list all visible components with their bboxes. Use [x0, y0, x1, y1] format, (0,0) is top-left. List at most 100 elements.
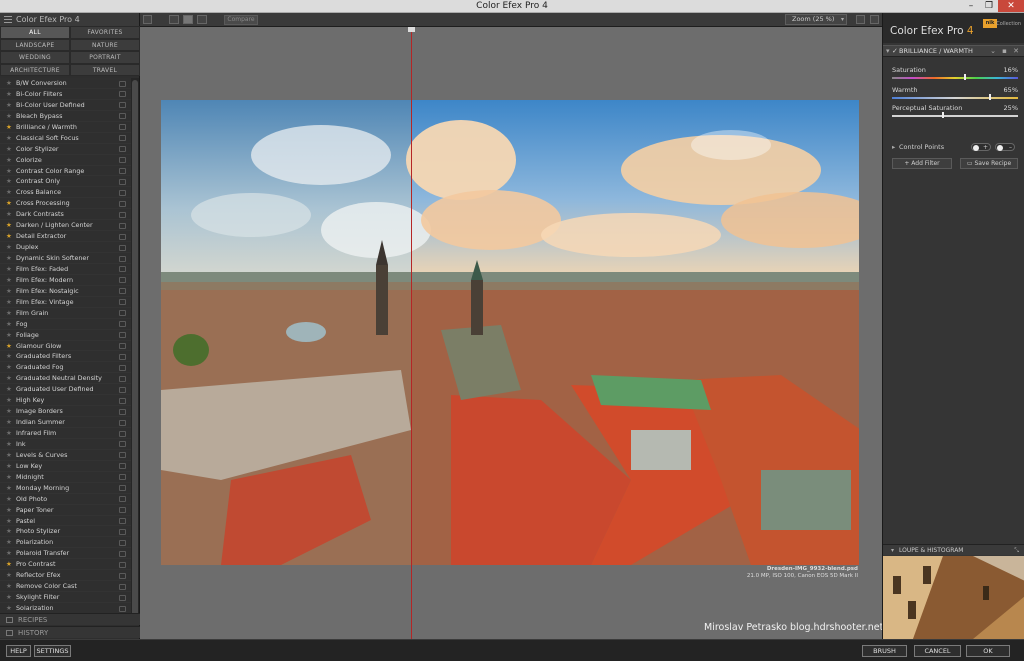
- slider-saturation[interactable]: Saturation 16%: [892, 66, 1018, 82]
- favorite-star-icon[interactable]: ★: [6, 559, 12, 570]
- filter-preset-icon[interactable]: [119, 266, 126, 273]
- filter-list-item[interactable]: ★ Glamour Glow: [0, 340, 131, 352]
- filter-list-item[interactable]: ★ Film Efex: Modern: [0, 274, 131, 286]
- filter-preset-icon[interactable]: [119, 168, 126, 174]
- filter-preset-icon[interactable]: [119, 496, 126, 503]
- filter-list-item[interactable]: ★ Classical Soft Focus: [0, 132, 131, 144]
- slider-perceptual-saturation[interactable]: Perceptual Saturation 25%: [892, 104, 1018, 120]
- filter-list-item[interactable]: ★ Polarization: [0, 537, 131, 549]
- filter-list-item[interactable]: ★ Ink: [0, 438, 131, 450]
- filter-preset-icon[interactable]: [119, 364, 126, 371]
- filter-list-item[interactable]: ★ Image Borders: [0, 406, 131, 418]
- filter-list-item[interactable]: ★ Monday Morning: [0, 482, 131, 494]
- slider-track[interactable]: [892, 115, 1018, 117]
- filter-preset-icon[interactable]: [119, 583, 126, 590]
- filter-preset-icon[interactable]: [119, 452, 126, 459]
- preview-canvas[interactable]: Dresden-IMG_9932-blend.psd 21.0 MP, ISO …: [140, 27, 883, 639]
- add-filter-button[interactable]: + Add Filter: [892, 158, 952, 169]
- favorite-star-icon[interactable]: ★: [6, 341, 12, 352]
- favorite-star-icon[interactable]: ★: [6, 209, 12, 220]
- filter-list-item[interactable]: ★ Bi-Color User Defined: [0, 99, 131, 111]
- filter-list-item[interactable]: ★ Polaroid Transfer: [0, 548, 131, 560]
- favorite-star-icon[interactable]: ★: [6, 483, 12, 494]
- split-view-button[interactable]: [183, 15, 193, 24]
- favorite-star-icon[interactable]: ★: [6, 472, 12, 483]
- filter-preset-icon[interactable]: [119, 397, 126, 404]
- favorite-star-icon[interactable]: ★: [6, 428, 12, 439]
- help-button[interactable]: HELP: [6, 645, 31, 657]
- toggle-right-panel-button[interactable]: [870, 15, 879, 24]
- filter-preset-icon[interactable]: [119, 332, 126, 339]
- recipes-section[interactable]: RECIPES: [0, 613, 140, 625]
- filter-list-item[interactable]: ★ Graduated Fog: [0, 362, 131, 374]
- filter-list-item[interactable]: ★ Bi-Color Filters: [0, 88, 131, 100]
- filter-preset-icon[interactable]: [119, 310, 126, 317]
- favorite-star-icon[interactable]: ★: [6, 351, 12, 362]
- filter-list-item[interactable]: ★ Colorize: [0, 154, 131, 166]
- filter-list-item[interactable]: ★ Indian Summer: [0, 417, 131, 428]
- scrollbar-thumb[interactable]: [132, 80, 138, 625]
- favorite-star-icon[interactable]: ★: [6, 373, 12, 384]
- filter-preset-icon[interactable]: [119, 408, 126, 415]
- filter-preset-icon[interactable]: [119, 124, 126, 131]
- filter-preset-icon[interactable]: [119, 485, 126, 492]
- filter-preset-icon[interactable]: [119, 91, 126, 98]
- split-preview-divider[interactable]: [411, 27, 412, 639]
- filter-list-item[interactable]: ★ Film Efex: Nostalgic: [0, 285, 131, 297]
- filter-preset-icon[interactable]: [119, 80, 126, 87]
- category-tab-portrait[interactable]: PORTRAIT: [70, 51, 140, 64]
- filter-list-item[interactable]: ★ Low Key: [0, 460, 131, 472]
- filter-list-item[interactable]: ★ Color Stylizer: [0, 143, 131, 155]
- filter-preset-icon[interactable]: [119, 222, 126, 229]
- favorite-star-icon[interactable]: ★: [6, 570, 12, 581]
- slider-knob[interactable]: [941, 112, 944, 118]
- filter-list-item[interactable]: ★ Contrast Only: [0, 176, 131, 188]
- favorite-star-icon[interactable]: ★: [6, 439, 12, 450]
- filter-preset-icon[interactable]: [119, 353, 126, 360]
- filter-list-item[interactable]: ★ Reflector Efex: [0, 570, 131, 582]
- filter-list-item[interactable]: ★ Graduated User Defined: [0, 384, 131, 396]
- slider-track[interactable]: [892, 77, 1018, 79]
- slider-warmth[interactable]: Warmth 65%: [892, 86, 1018, 102]
- favorite-star-icon[interactable]: ★: [6, 297, 12, 308]
- history-section[interactable]: HISTORY: [0, 626, 140, 638]
- filter-preset-icon[interactable]: [119, 255, 126, 262]
- favorite-star-icon[interactable]: ★: [6, 516, 12, 527]
- loupe-histogram-header[interactable]: ▾ LOUPE & HISTOGRAM ⤡: [883, 544, 1024, 555]
- menu-icon[interactable]: [4, 16, 12, 23]
- filter-header-controls[interactable]: ⌄ ▪ ✕: [990, 46, 1021, 57]
- favorite-star-icon[interactable]: ★: [6, 122, 12, 133]
- filter-list-item[interactable]: ★ Cross Processing: [0, 198, 131, 210]
- filter-list-item[interactable]: ★ Detail Extractor: [0, 231, 131, 243]
- compare-button[interactable]: Compare: [224, 15, 258, 25]
- slider-track[interactable]: [892, 97, 1018, 99]
- save-recipe-button[interactable]: ▭ Save Recipe: [960, 158, 1018, 169]
- filter-list-item[interactable]: ★ Graduated Filters: [0, 351, 131, 363]
- filter-preset-icon[interactable]: [119, 189, 126, 196]
- filter-list-item[interactable]: ★ High Key: [0, 395, 131, 407]
- check-icon[interactable]: ✓: [892, 46, 898, 57]
- favorite-star-icon[interactable]: ★: [6, 526, 12, 537]
- loupe-preview[interactable]: [883, 556, 1024, 639]
- zoom-dropdown[interactable]: Zoom (25 %) ▾: [785, 14, 847, 25]
- filter-preset-icon[interactable]: [119, 211, 126, 218]
- remove-control-point-button[interactable]: –: [995, 143, 1015, 151]
- filter-list-item[interactable]: ★ Bleach Bypass: [0, 110, 131, 122]
- filter-list-item[interactable]: ★ Duplex: [0, 242, 131, 253]
- filter-list-item[interactable]: ★ Levels & Curves: [0, 449, 131, 461]
- favorite-star-icon[interactable]: ★: [6, 395, 12, 406]
- favorite-star-icon[interactable]: ★: [6, 133, 12, 144]
- category-tab-all[interactable]: ALL: [0, 26, 70, 39]
- slider-knob[interactable]: [963, 74, 966, 80]
- filter-list-item[interactable]: ★ Dynamic Skin Softener: [0, 253, 131, 264]
- filter-preset-icon[interactable]: [119, 288, 126, 295]
- filter-list-item[interactable]: ★ Paper Toner: [0, 504, 131, 516]
- split-divider-handle[interactable]: [408, 27, 415, 32]
- filter-list-item[interactable]: ★ Skylight Filter: [0, 592, 131, 603]
- filter-preset-icon[interactable]: [119, 146, 126, 153]
- cancel-button[interactable]: CANCEL: [914, 645, 961, 657]
- pin-icon[interactable]: ⤡: [1014, 545, 1019, 556]
- filter-preset-icon[interactable]: [119, 299, 126, 306]
- favorite-star-icon[interactable]: ★: [6, 592, 12, 603]
- filter-list-item[interactable]: ★ Foliage: [0, 329, 131, 341]
